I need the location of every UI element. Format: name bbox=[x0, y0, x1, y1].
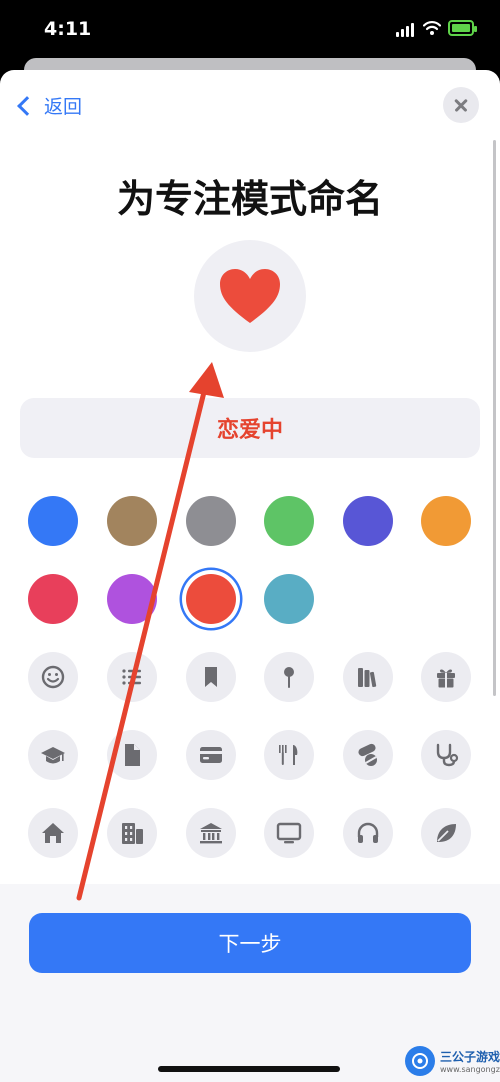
wifi-icon bbox=[423, 21, 441, 35]
heart-icon bbox=[220, 269, 280, 323]
color-swatch-orange[interactable] bbox=[421, 496, 471, 546]
credit-card-icon bbox=[200, 747, 222, 763]
watermark-site-name: 三公子游戏网 bbox=[440, 1050, 500, 1064]
back-label: 返回 bbox=[44, 96, 83, 118]
chevron-left-icon bbox=[17, 95, 37, 116]
smiley-icon bbox=[41, 665, 65, 689]
color-swatch-red[interactable] bbox=[186, 574, 236, 624]
icon-option-fork-knife[interactable] bbox=[264, 730, 314, 780]
list-icon bbox=[122, 669, 141, 685]
icon-option-graduation-cap[interactable] bbox=[28, 730, 78, 780]
icon-option-headphones[interactable] bbox=[343, 808, 393, 858]
bank-icon bbox=[200, 823, 222, 844]
tv-icon bbox=[276, 822, 302, 844]
graduation-cap-icon bbox=[41, 747, 65, 764]
fork-knife-icon bbox=[279, 745, 298, 765]
icon-option-house[interactable] bbox=[28, 808, 78, 858]
icon-option-leaf[interactable] bbox=[421, 808, 471, 858]
icon-option-document[interactable] bbox=[107, 730, 157, 780]
building-icon bbox=[122, 823, 143, 844]
cellular-signal-icon bbox=[396, 23, 416, 37]
battery-icon bbox=[448, 20, 477, 36]
page-title: 为专注模式命名 bbox=[116, 177, 383, 221]
house-icon bbox=[42, 823, 64, 843]
icon-option-bank[interactable] bbox=[186, 808, 236, 858]
color-swatch-purple[interactable] bbox=[107, 574, 157, 624]
leaf-icon bbox=[437, 824, 456, 842]
icon-option-pin[interactable] bbox=[264, 652, 314, 702]
color-swatch-green[interactable] bbox=[264, 496, 314, 546]
icon-option-books[interactable] bbox=[343, 652, 393, 702]
color-swatch-teal[interactable] bbox=[264, 574, 314, 624]
icon-option-building[interactable] bbox=[107, 808, 157, 858]
focus-name-sheet: 返回 为专注模式命名 下一步 bbox=[0, 70, 500, 1082]
focus-name-input[interactable] bbox=[20, 398, 480, 458]
watermark-logo bbox=[405, 1046, 435, 1076]
icon-option-pills[interactable] bbox=[343, 730, 393, 780]
stethoscope-icon bbox=[436, 743, 459, 767]
next-button[interactable]: 下一步 bbox=[29, 913, 471, 973]
back-button[interactable]: 返回 bbox=[14, 92, 82, 119]
gift-icon bbox=[437, 669, 455, 688]
icon-option-list[interactable] bbox=[107, 652, 157, 702]
watermark: 三公子游戏网 www.sangongzi.net bbox=[405, 1046, 500, 1076]
headphones-icon bbox=[357, 822, 379, 843]
icon-option-stethoscope[interactable] bbox=[421, 730, 471, 780]
status-time: 4:11 bbox=[44, 18, 92, 40]
pills-icon bbox=[358, 743, 377, 766]
icon-option-credit-card[interactable] bbox=[186, 730, 236, 780]
document-icon bbox=[125, 744, 140, 766]
color-swatch-indigo[interactable] bbox=[343, 496, 393, 546]
status-bar: 4:11 bbox=[0, 0, 500, 62]
color-swatch-pink[interactable] bbox=[28, 574, 78, 624]
books-icon bbox=[358, 668, 377, 688]
icon-option-gift[interactable] bbox=[421, 652, 471, 702]
watermark-url: www.sangongzi.net bbox=[440, 1065, 500, 1074]
color-swatch-brown[interactable] bbox=[107, 496, 157, 546]
icon-option-smiley[interactable] bbox=[28, 652, 78, 702]
scrollbar[interactable] bbox=[493, 140, 496, 696]
pin-icon bbox=[284, 667, 294, 688]
home-indicator bbox=[158, 1066, 340, 1072]
icon-option-bookmark[interactable] bbox=[186, 652, 236, 702]
close-button[interactable] bbox=[443, 87, 479, 123]
color-swatch-blue[interactable] bbox=[28, 496, 78, 546]
bookmark-icon bbox=[205, 667, 217, 687]
focus-icon-preview bbox=[194, 240, 306, 352]
color-swatch-gray[interactable] bbox=[186, 496, 236, 546]
icon-option-tv[interactable] bbox=[264, 808, 314, 858]
